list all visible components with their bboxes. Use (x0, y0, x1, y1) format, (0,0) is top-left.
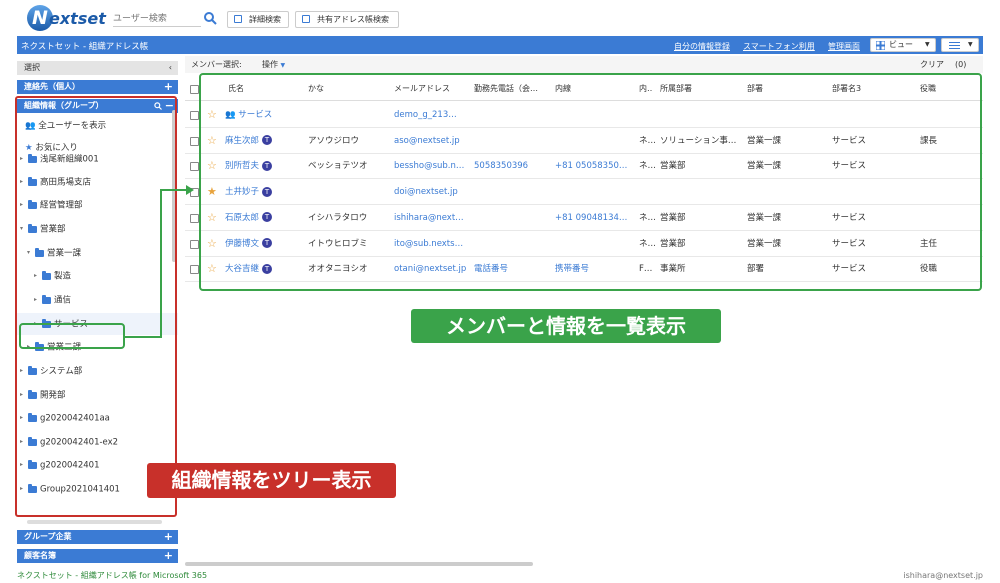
chevron-left-icon[interactable]: ‹ (169, 61, 172, 75)
detail-search-label: 詳細検索 (249, 15, 281, 24)
view-label: ビュー (889, 40, 913, 49)
title-bar: ネクストセット - 組織アドレス帳 自分の情報登録 スマートフォン利用 管理画面… (17, 36, 983, 54)
contacts-header[interactable]: 連絡先（個人） + (17, 80, 178, 94)
detail-search-icon (234, 15, 242, 23)
shared-search-label: 共有アドレス帳検索 (317, 15, 389, 24)
menu-button[interactable]: ▼ (941, 38, 979, 52)
chevron-down-icon: ▼ (280, 62, 286, 69)
top-bar: N extset 詳細検索 共有アドレス帳検索 (0, 0, 1000, 36)
row-checkbox[interactable] (190, 239, 199, 249)
list-highlight-frame (199, 73, 982, 291)
service-highlight-frame (19, 323, 125, 349)
row-checkbox[interactable] (190, 162, 199, 172)
group-companies-label: グループ企業 (24, 532, 72, 541)
plus-icon[interactable]: + (164, 80, 173, 94)
contacts-label: 連絡先（個人） (24, 82, 80, 91)
grid-icon (876, 41, 885, 50)
customers-header[interactable]: 顧客名簿 + (17, 549, 178, 563)
main-hscrollbar[interactable] (185, 562, 533, 566)
detail-search-button[interactable]: 詳細検索 (227, 11, 289, 28)
chevron-down-icon: ▼ (968, 41, 973, 48)
row-checkbox[interactable] (190, 213, 199, 223)
select-all-checkbox[interactable] (190, 85, 199, 94)
sidebar-hscrollbar[interactable] (27, 520, 162, 524)
shared-search-icon (302, 15, 310, 23)
plus-icon[interactable]: + (164, 530, 173, 544)
select-label: 選択 (24, 63, 40, 72)
member-select-label: メンバー選択: (191, 60, 242, 69)
footer: ネクストセット - 組織アドレス帳 for Microsoft 365 ishi… (0, 569, 1000, 583)
operation-label: 操作 (262, 60, 278, 69)
select-header[interactable]: 選択 ‹ (17, 61, 178, 75)
tree-callout: 組織情報をツリー表示 (147, 463, 396, 498)
app-title: ネクストセット - 組織アドレス帳 (21, 42, 149, 52)
hamburger-icon (949, 42, 960, 49)
my-info-link[interactable]: 自分の情報登録 (674, 41, 730, 52)
chevron-down-icon: ▼ (925, 41, 930, 48)
connector-line (160, 189, 162, 338)
connector-arrow-icon (186, 185, 194, 195)
connector-line (160, 189, 188, 191)
tree-highlight-frame (15, 96, 177, 517)
footer-app-name: ネクストセット - 組織アドレス帳 for Microsoft 365 (17, 571, 208, 580)
row-checkbox[interactable] (190, 111, 199, 120)
customers-label: 顧客名簿 (24, 551, 56, 560)
connector-line (125, 336, 162, 338)
plus-icon[interactable]: + (164, 549, 173, 563)
clear-button[interactable]: クリア (920, 56, 944, 73)
view-button[interactable]: ビュー ▼ (870, 38, 936, 52)
footer-user: ishihara@nextset.jp (903, 571, 983, 580)
search-icon[interactable] (203, 11, 217, 25)
selection-count: (0) (955, 60, 967, 69)
operation-menu[interactable]: 操作 ▼ (262, 56, 285, 74)
logo-text: extset (49, 9, 106, 28)
group-companies-header[interactable]: グループ企業 + (17, 530, 178, 544)
row-checkbox[interactable] (190, 265, 199, 275)
shared-search-button[interactable]: 共有アドレス帳検索 (295, 11, 399, 28)
smartphone-link[interactable]: スマートフォン利用 (743, 41, 815, 52)
row-checkbox[interactable] (190, 136, 199, 146)
nextset-logo[interactable]: N extset (27, 5, 106, 33)
admin-link[interactable]: 管理画面 (828, 41, 860, 52)
member-toolbar: メンバー選択: 操作 ▼ クリア (0) (185, 56, 983, 73)
members-callout: メンバーと情報を一覧表示 (411, 309, 721, 343)
user-search-input[interactable] (113, 11, 201, 27)
